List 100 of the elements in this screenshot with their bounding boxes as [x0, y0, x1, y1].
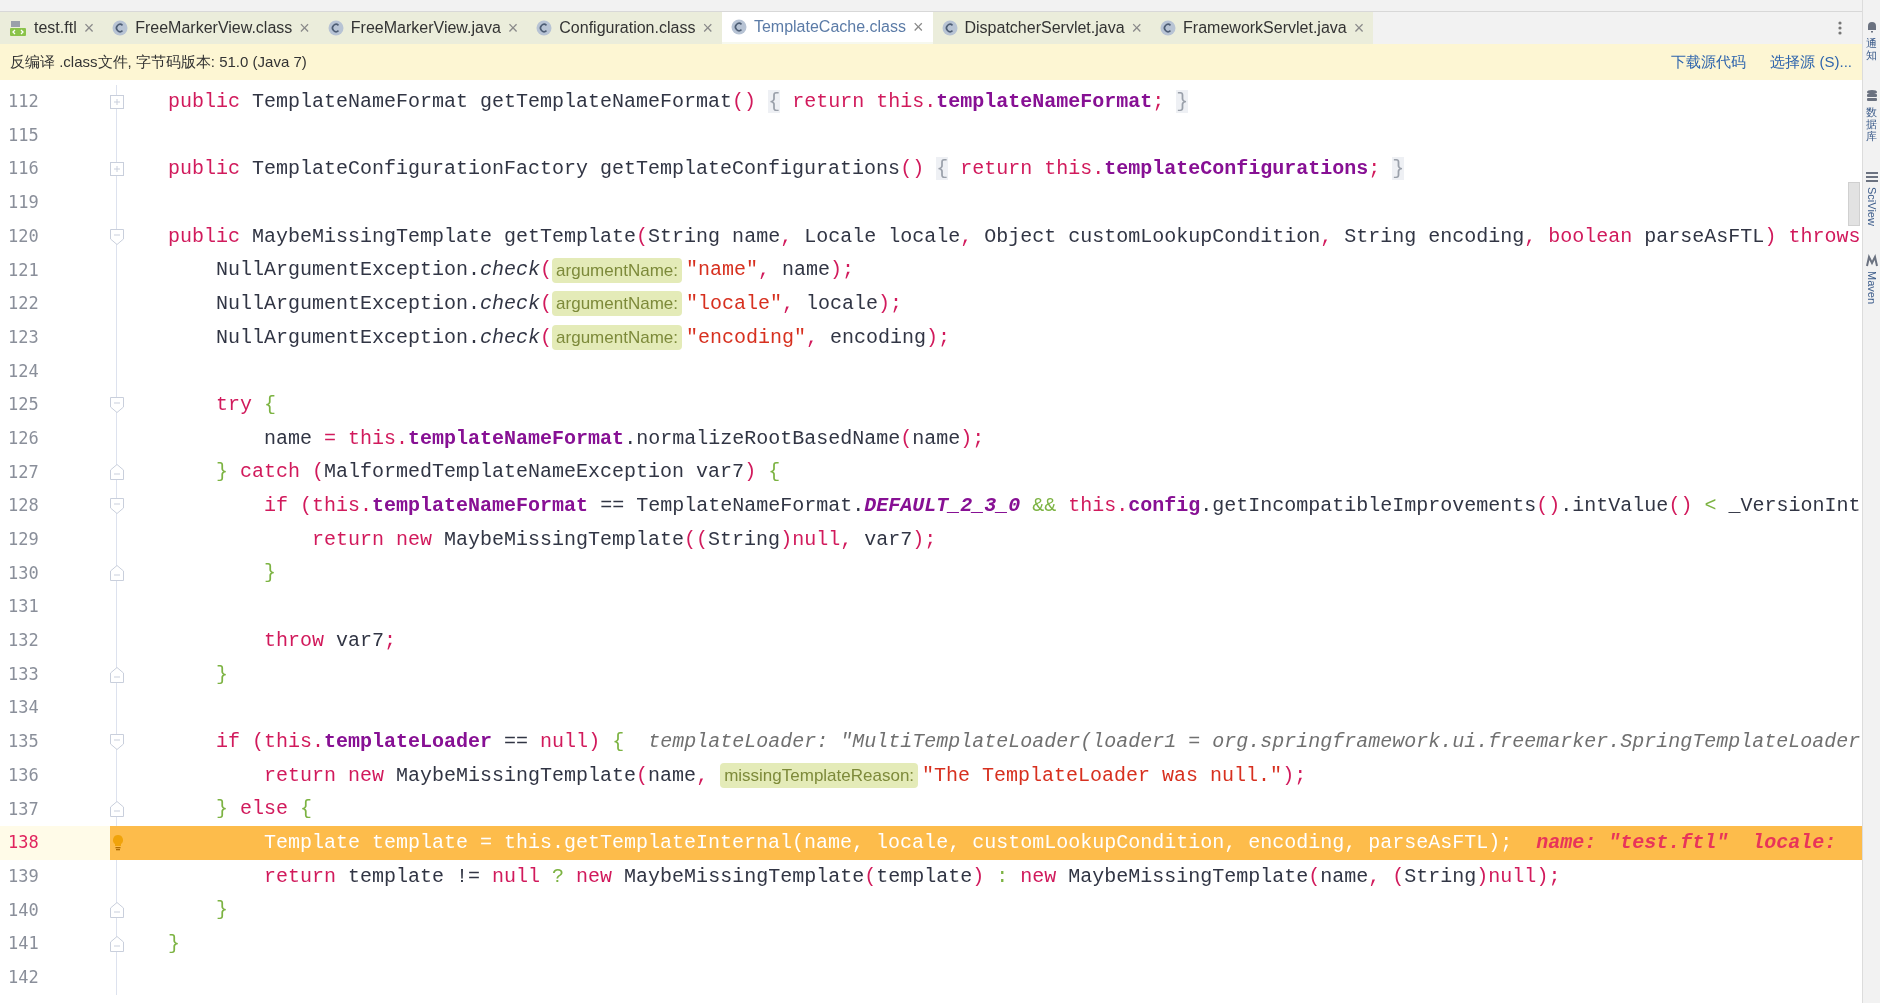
code-text: NullArgumentException.check( — [215, 324, 553, 351]
editor-tab[interactable]: FreeMarkerView.class × — [103, 12, 319, 44]
inlay-hint: argumentName: — [552, 257, 682, 283]
inlay-hint: argumentName: — [552, 291, 682, 317]
line-number: 112 — [8, 91, 39, 112]
fold-end-icon[interactable] — [110, 565, 124, 582]
expand-fold-icon[interactable] — [110, 162, 124, 177]
line-number: 140 — [8, 899, 39, 920]
line-number: 137 — [8, 798, 39, 819]
line-number: 139 — [8, 865, 39, 886]
class-icon — [536, 20, 553, 36]
tab-label: Configuration.class — [559, 18, 696, 38]
fold-start-icon[interactable] — [110, 498, 124, 515]
editor-tab[interactable]: Configuration.class × — [527, 12, 722, 44]
editor-tab[interactable]: FrameworkServlet.java × — [1151, 12, 1374, 44]
code-text: return template != null ? new MaybeMissingTemplate(template) : new MaybeMissingTemplate(name, (String)null); — [263, 863, 1561, 890]
notice-text: 反编译 .class文件, 字节码版本: 51.0 (Java 7) — [10, 51, 307, 72]
tool-window-label[interactable]: Maven — [1863, 271, 1880, 305]
code-text: "The TemplateLoader was null."); — [922, 762, 1307, 789]
editor-tab[interactable]: FreeMarkerView.java × — [318, 12, 528, 44]
debug-value: templateLoader: "MultiTemplateLoader(loader1 = org.springframework.ui.freemarker.SpringTemplateLoader — [648, 728, 1861, 755]
line-number: 141 — [8, 933, 39, 954]
tab-label: TemplateCache.class — [753, 17, 906, 37]
code-text: } — [215, 897, 228, 924]
fold-end-icon[interactable] — [110, 902, 124, 919]
fold-end-icon[interactable] — [110, 936, 124, 953]
line-number: 115 — [8, 124, 39, 145]
lightbulb-icon[interactable] — [112, 833, 124, 852]
code-text: NullArgumentException.check( — [215, 290, 553, 317]
line-number: 123 — [8, 326, 39, 347]
line-number: 130 — [8, 562, 39, 583]
code-text: return new MaybeMissingTemplate((String)null, var7); — [311, 526, 937, 553]
more-icon[interactable] — [1838, 21, 1842, 35]
inlay-hint: argumentName: — [552, 325, 682, 351]
notice-link[interactable]: 选择源 (S)... — [1770, 50, 1852, 74]
tool-window-label[interactable]: 数据库 — [1866, 106, 1877, 143]
line-number: 119 — [8, 192, 39, 213]
line-number: 120 — [8, 225, 39, 246]
scrollbar-thumb[interactable] — [1848, 182, 1860, 226]
tab-label: test.ftl — [34, 18, 77, 38]
line-number: 131 — [8, 596, 39, 617]
code-text: } catch (MalformedTemplateNameException var7) { — [215, 459, 781, 486]
code-text: "name", name); — [686, 257, 855, 284]
line-number: 116 — [8, 158, 39, 179]
code-text: name = this.templateNameFormat.normalizeRootBasedName(name); — [263, 425, 985, 452]
line-number: 128 — [8, 495, 39, 516]
code-text: } — [168, 931, 180, 958]
close-icon[interactable]: × — [913, 18, 924, 36]
editor-tab[interactable]: TemplateCache.class × — [721, 12, 933, 44]
code-text: "locale", locale); — [686, 290, 903, 317]
class-icon — [327, 20, 344, 36]
line-number: 142 — [8, 966, 39, 987]
maven-icon — [1864, 254, 1879, 269]
code-text: } — [263, 560, 277, 587]
code-text: public MaybeMissingTemplate getTemplate(String name, Locale locale, Object customLookupCondition, String encoding, boolean parseAsFTL) throws — [168, 223, 1861, 250]
database-icon — [1864, 89, 1879, 104]
fold-end-icon[interactable] — [110, 464, 124, 481]
fold-end-icon[interactable] — [110, 801, 124, 818]
line-number: 127 — [8, 461, 39, 482]
code-text: throw var7; — [263, 627, 397, 654]
fold-start-icon[interactable] — [110, 733, 124, 750]
code-text: Template template = this.getTemplateInternal(name, locale, customLookupCondition, encoding, parseAsFTL); — [263, 829, 1513, 856]
tab-label: FrameworkServlet.java — [1183, 18, 1347, 38]
line-number: 138 — [8, 832, 39, 853]
line-number: 135 — [8, 731, 39, 752]
debug-value: locale: — [1752, 829, 1837, 856]
code-text: NullArgumentException.check( — [215, 257, 553, 284]
line-number: 126 — [8, 427, 39, 448]
code-text: return new MaybeMissingTemplate(name, — [263, 762, 710, 789]
class-icon — [941, 20, 958, 36]
code-text: if (this.templateLoader == null) { — [215, 728, 625, 755]
line-number: 124 — [8, 360, 39, 381]
debug-value: name: "test.ftl" — [1536, 829, 1729, 856]
code-text: public TemplateConfigurationFactory getTemplateConfigurations() { return this.templateConfigurations; } — [168, 156, 1405, 183]
line-number: 129 — [8, 529, 39, 550]
fold-start-icon[interactable] — [110, 397, 124, 414]
fold-start-icon[interactable] — [110, 228, 124, 245]
code-text: } else { — [215, 796, 313, 823]
code-text: "encoding", encoding); — [686, 324, 951, 351]
editor-tab[interactable]: test.ftl × — [0, 12, 104, 44]
editor-tab[interactable]: DispatcherServlet.java × — [932, 12, 1152, 44]
file-icon — [9, 19, 27, 37]
code-text: try { — [215, 392, 277, 419]
notice-link[interactable]: 下载源代码 — [1671, 50, 1747, 74]
tab-label: DispatcherServlet.java — [964, 18, 1125, 38]
fold-end-icon[interactable] — [110, 666, 124, 683]
line-number: 133 — [8, 663, 39, 684]
class-icon — [730, 19, 747, 35]
line-number: 134 — [8, 697, 39, 718]
tool-window-label[interactable]: SciView — [1863, 187, 1880, 227]
code-text: if (this.templateNameFormat == TemplateNameFormat.DEFAULT_2_3_0 && this.config.getIncompatibleImprovements().intValue() < _VersionInt — [263, 493, 1861, 520]
grid-icon — [1864, 170, 1879, 185]
line-number: 132 — [8, 630, 39, 651]
code-text: public TemplateNameFormat getTemplateNameFormat() { return this.templateNameFormat; } — [168, 88, 1189, 115]
line-number: 136 — [8, 764, 39, 785]
expand-fold-icon[interactable] — [110, 94, 124, 109]
line-number: 121 — [8, 259, 39, 280]
tool-window-label[interactable]: 通知 — [1866, 37, 1877, 62]
tab-label: FreeMarkerView.class — [135, 18, 293, 38]
line-number: 122 — [8, 293, 39, 314]
